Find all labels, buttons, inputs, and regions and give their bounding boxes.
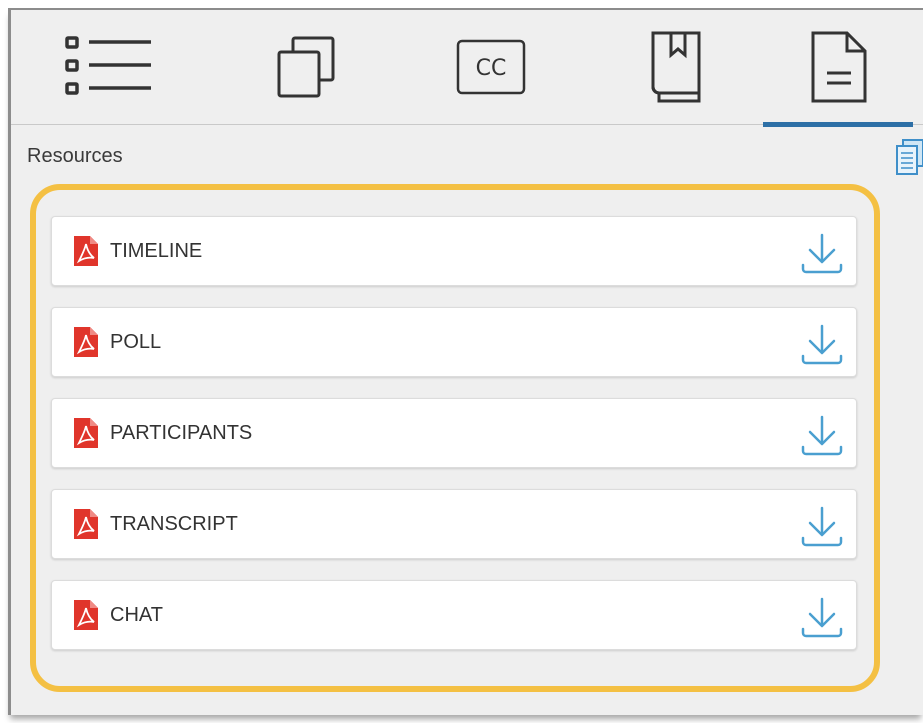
download-icon xyxy=(801,597,843,638)
svg-text:CC: CC xyxy=(476,56,507,81)
resource-item-label: TIMELINE xyxy=(110,239,203,262)
pdf-icon xyxy=(74,509,98,539)
download-icon xyxy=(801,415,843,456)
slides-icon xyxy=(277,36,335,98)
download-icon xyxy=(801,233,843,274)
resource-item-chat[interactable]: CHAT xyxy=(51,580,857,650)
resource-item-label: PARTICIPANTS xyxy=(110,421,253,444)
pdf-icon xyxy=(74,236,98,266)
resource-item-timeline[interactable]: TIMELINE xyxy=(51,216,857,286)
download-button[interactable] xyxy=(800,231,844,275)
tab-documents[interactable] xyxy=(763,10,913,127)
resource-list: TIMELINE POLL PARTICIPANTS TRANSCRIPT CH… xyxy=(51,216,857,650)
resource-item-participants[interactable]: PARTICIPANTS xyxy=(51,398,857,468)
copy-icon xyxy=(896,139,923,175)
tab-slides[interactable] xyxy=(246,10,366,124)
list-icon xyxy=(65,36,151,95)
resource-item-label: CHAT xyxy=(110,603,163,626)
bookmark-book-icon xyxy=(651,31,701,103)
copy-button[interactable] xyxy=(891,138,923,178)
document-icon xyxy=(811,31,867,103)
pdf-icon xyxy=(74,327,98,357)
download-icon xyxy=(801,324,843,365)
resources-title: Resources xyxy=(27,145,123,167)
closed-captions-icon: CC xyxy=(456,39,526,95)
resources-panel: CC Resources TIMELINE POLL PARTICIPANTS … xyxy=(8,8,923,715)
download-button[interactable] xyxy=(800,413,844,457)
download-icon xyxy=(801,506,843,547)
resource-item-label: TRANSCRIPT xyxy=(110,512,238,535)
tab-bar: CC xyxy=(11,10,923,127)
resource-item-poll[interactable]: POLL xyxy=(51,307,857,377)
tab-bookmarks[interactable] xyxy=(616,10,736,124)
resource-item-transcript[interactable]: TRANSCRIPT xyxy=(51,489,857,559)
tab-closed-captions[interactable]: CC xyxy=(431,10,551,124)
tab-list[interactable] xyxy=(51,10,171,124)
download-button[interactable] xyxy=(800,322,844,366)
pdf-icon xyxy=(74,418,98,448)
download-button[interactable] xyxy=(800,595,844,639)
resource-item-label: POLL xyxy=(110,330,162,353)
pdf-icon xyxy=(74,600,98,630)
download-button[interactable] xyxy=(800,504,844,548)
